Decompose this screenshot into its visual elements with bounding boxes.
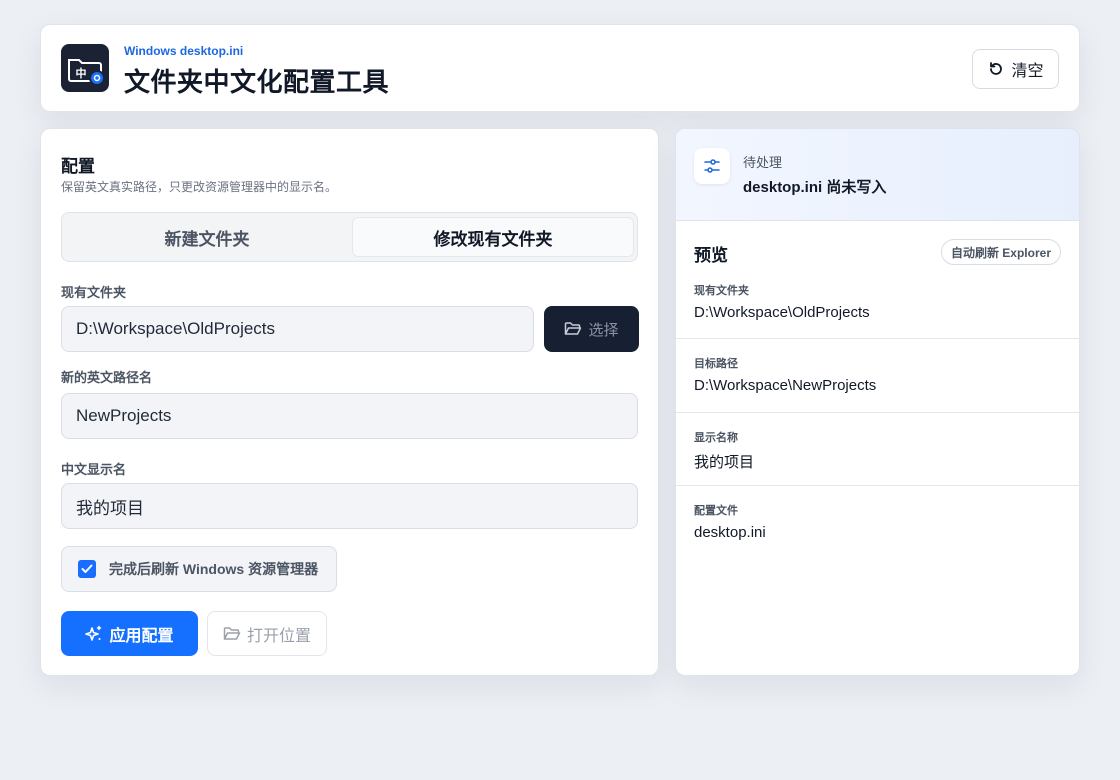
preview-row-value: 我的项目 [694,454,755,471]
clear-button-label: 清空 [1011,63,1044,80]
preview-row: 显示名称 我的项目 [676,413,1079,486]
status-text: desktop.ini 尚未写入 [743,179,887,196]
config-panel: 配置 保留英文真实路径，只更改资源管理器中的显示名。 新建文件夹 修改现有文件夹… [40,128,659,676]
display-name-label: 中文显示名 [61,462,127,477]
svg-text:中: 中 [76,66,87,80]
config-description: 保留英文真实路径，只更改资源管理器中的显示名。 [61,180,338,194]
open-location-label: 打开位置 [246,627,311,645]
apply-config-label: 应用配置 [109,627,174,645]
refresh-explorer-option[interactable]: 完成后刷新 Windows 资源管理器 [61,546,337,592]
tab-new-folder[interactable]: 新建文件夹 [66,217,348,257]
preview-row-value: D:\Workspace\NewProjects [694,377,877,394]
apply-config-button[interactable]: 应用配置 [61,611,198,656]
existing-folder-label: 现有文件夹 [61,285,127,300]
select-folder-label: 选择 [588,321,619,339]
check-icon [81,564,93,573]
preview-row: 目标路径 D:\Workspace\NewProjects [676,339,1079,413]
refresh-explorer-checkbox[interactable] [78,560,96,578]
folder-open-icon [565,322,582,335]
folder-zh-icon: 中 [61,44,109,92]
display-name-input[interactable]: 我的项目 [61,483,638,529]
mode-tabs: 新建文件夹 修改现有文件夹 [61,212,638,262]
preview-row-key: 配置文件 [694,505,738,517]
refresh-explorer-label: 完成后刷新 Windows 资源管理器 [109,561,319,577]
preview-panel: 待处理 desktop.ini 尚未写入 预览 自动刷新 Explorer 现有… [675,128,1080,676]
clear-button[interactable]: 清空 [972,49,1059,89]
open-location-button[interactable]: 打开位置 [207,611,327,656]
app-header: 中 Windows desktop.ini 文件夹中文化配置工具 清空 [40,24,1080,112]
page-title: 文件夹中文化配置工具 [124,67,390,97]
preview-row-key: 现有文件夹 [694,285,749,297]
tab-modify-folder[interactable]: 修改现有文件夹 [352,217,634,257]
select-folder-button[interactable]: 选择 [544,306,639,352]
status-label: 待处理 [743,155,783,170]
preview-row: 现有文件夹 D:\Workspace\OldProjects [676,267,1079,339]
app-subtitle: Windows desktop.ini [124,44,244,58]
preview-row: 配置文件 desktop.ini [676,486,1079,560]
preview-row-key: 目标路径 [694,358,738,370]
config-title: 配置 [61,157,95,176]
preview-title: 预览 [694,246,728,265]
refresh-icon [990,62,1003,75]
preview-row-value: D:\Workspace\OldProjects [694,304,870,321]
new-path-input[interactable]: NewProjects [61,393,638,439]
auto-refresh-badge: 自动刷新 Explorer [940,239,1061,265]
new-path-label: 新的英文路径名 [61,370,153,385]
status-banner: 待处理 desktop.ini 尚未写入 [676,129,1079,221]
sparkle-icon [85,625,102,641]
existing-folder-input[interactable]: D:\Workspace\OldProjects [61,306,534,352]
folder-open-icon [223,626,241,640]
preview-row-value: desktop.ini [694,524,766,541]
sliders-icon [694,148,730,184]
preview-row-key: 显示名称 [694,432,738,444]
